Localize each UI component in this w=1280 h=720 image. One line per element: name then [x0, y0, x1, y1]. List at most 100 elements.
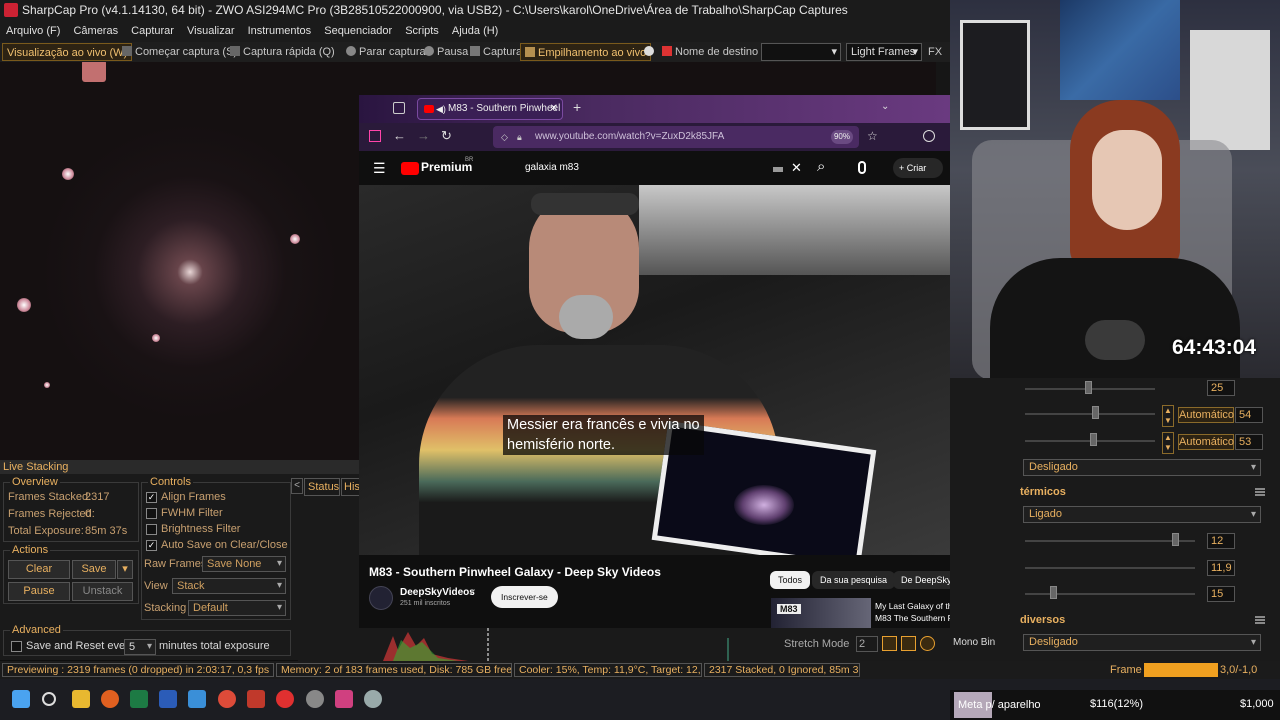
- new-tab-icon[interactable]: +: [573, 99, 581, 115]
- slider-knob[interactable]: [1085, 381, 1092, 394]
- stepper-arrows[interactable]: ▲ ▼: [1162, 405, 1174, 427]
- menu-sequencer[interactable]: Sequenciador: [324, 25, 392, 37]
- back-icon[interactable]: ←: [393, 128, 406, 143]
- slider-knob[interactable]: [1172, 533, 1179, 546]
- live-view-button[interactable]: Visualização ao vivo (W): [2, 43, 133, 61]
- subscribe-button[interactable]: Inscrever-se: [491, 586, 558, 608]
- menu-cameras[interactable]: Câmeras: [73, 25, 118, 37]
- close-tab-icon[interactable]: ✕: [550, 99, 558, 119]
- select-1[interactable]: Desligado: [1023, 459, 1261, 476]
- pause-stack-button[interactable]: Pause: [8, 582, 70, 601]
- file-explorer-icon[interactable]: [72, 690, 90, 708]
- url-bar[interactable]: ◇ 🔒︎ www.youtube.com/watch?v=ZuxD2k85JFA…: [493, 126, 859, 148]
- fx-button[interactable]: FX: [924, 43, 946, 61]
- clear-search-icon[interactable]: ✕: [791, 154, 802, 182]
- zoom-level[interactable]: 90%: [830, 130, 853, 144]
- word-icon[interactable]: [159, 690, 177, 708]
- sidebar-icon[interactable]: [369, 130, 381, 142]
- menu-help[interactable]: Ajuda (H): [452, 25, 498, 37]
- menu-icon[interactable]: [1255, 488, 1265, 496]
- menu-view[interactable]: Visualizar: [187, 25, 235, 37]
- slider-track[interactable]: [1025, 567, 1195, 569]
- youtube-logo-icon[interactable]: [401, 162, 419, 175]
- tab-youtube[interactable]: ◀) M83 - Southern Pinwheel G ✕: [417, 98, 563, 120]
- create-button[interactable]: + Criar: [893, 158, 943, 178]
- stepper-arrows[interactable]: ▲ ▼: [1162, 432, 1174, 454]
- channel-name[interactable]: DeepSkyVideos: [400, 587, 475, 598]
- stop-capture-button[interactable]: Parar captura: [342, 43, 430, 61]
- auto-button-1[interactable]: Automático: [1178, 407, 1234, 423]
- value-field-1[interactable]: 25: [1207, 380, 1235, 396]
- select-3[interactable]: Desligado: [1023, 634, 1261, 651]
- view-select[interactable]: Stack: [172, 578, 286, 594]
- save-button[interactable]: Save: [72, 560, 116, 579]
- slider-track[interactable]: [1025, 540, 1195, 542]
- fwhm-filter-checkbox[interactable]: [146, 508, 157, 519]
- tab-list-chevron-icon[interactable]: ⌄: [881, 101, 889, 112]
- chip-all[interactable]: Todos: [770, 571, 811, 589]
- menu-tools[interactable]: Instrumentos: [248, 25, 312, 37]
- app-icon[interactable]: [247, 690, 265, 708]
- misc-section-header[interactable]: diversos: [1020, 612, 1275, 629]
- value-field-6[interactable]: 15: [1207, 586, 1235, 602]
- target-name-select[interactable]: ▾: [761, 43, 841, 61]
- tab-overview-icon[interactable]: [393, 102, 405, 114]
- star-icon[interactable]: ☆: [867, 129, 878, 143]
- excel-icon[interactable]: [130, 690, 148, 708]
- minutes-stepper[interactable]: 5: [124, 639, 156, 655]
- auto-save-checkbox[interactable]: ✓: [146, 540, 157, 551]
- stretch-mode-value[interactable]: 2: [856, 636, 878, 652]
- stacking-select[interactable]: Default: [188, 600, 286, 616]
- clear-button[interactable]: Clear: [8, 560, 70, 579]
- account-icon[interactable]: [923, 130, 935, 142]
- quick-capture-button[interactable]: Captura rápida (Q): [226, 43, 339, 61]
- chip-from-search[interactable]: Da sua pesquisa: [812, 571, 896, 589]
- reload-icon[interactable]: ↻: [441, 128, 452, 144]
- search-icon[interactable]: [42, 692, 56, 706]
- thermal-section-header[interactable]: térmicos: [1020, 484, 1275, 501]
- menu-scripts[interactable]: Scripts: [405, 25, 439, 37]
- profile-select[interactable]: Light Frames ▾: [846, 43, 922, 61]
- slider-knob[interactable]: [1092, 406, 1099, 419]
- pause-button[interactable]: Pausa: [420, 43, 472, 61]
- start-capture-button[interactable]: Começar captura (S): [118, 43, 241, 61]
- media-player-icon[interactable]: [276, 690, 294, 708]
- sparkle-icon[interactable]: [901, 636, 916, 651]
- recommended-thumbnail[interactable]: M83: [771, 598, 871, 628]
- menu-capture[interactable]: Capturar: [131, 25, 174, 37]
- url-text[interactable]: www.youtube.com/watch?v=ZuxD2k85JFA: [535, 131, 724, 142]
- hamburger-menu-icon[interactable]: ☰: [373, 160, 386, 177]
- value-field-3[interactable]: 53: [1235, 434, 1263, 450]
- value-field-4[interactable]: 12: [1207, 533, 1235, 549]
- slider-track[interactable]: [1025, 413, 1155, 415]
- target-name-button[interactable]: Nome de destino: [658, 43, 762, 61]
- settings-icon[interactable]: [364, 690, 382, 708]
- speaker-icon[interactable]: ◀): [436, 99, 446, 119]
- shield-icon[interactable]: ◇: [501, 126, 508, 148]
- align-frames-checkbox[interactable]: ✓: [146, 492, 157, 503]
- reset-icon[interactable]: [920, 636, 935, 651]
- histogram-graph[interactable]: [298, 628, 950, 661]
- recommended-title-1[interactable]: My Last Galaxy of the Season:: [875, 601, 950, 611]
- select-2[interactable]: Ligado: [1023, 506, 1261, 523]
- lightning-icon[interactable]: [882, 636, 897, 651]
- firefox-icon[interactable]: [101, 690, 119, 708]
- recommended-title-2[interactable]: M83 The Southern Pinwheel ...: [875, 613, 950, 623]
- menu-icon[interactable]: [1255, 616, 1265, 624]
- raw-frames-select[interactable]: Save None: [202, 556, 286, 572]
- live-stack-button[interactable]: Empilhamento ao vivo: [520, 43, 652, 61]
- unstack-button[interactable]: Unstack: [72, 582, 133, 601]
- value-field-2[interactable]: 54: [1235, 407, 1263, 423]
- value-field-5[interactable]: 11,9: [1207, 560, 1235, 576]
- app-icon[interactable]: [335, 690, 353, 708]
- keyboard-icon[interactable]: [773, 167, 783, 172]
- overlay-icon[interactable]: [82, 62, 106, 82]
- channel-avatar[interactable]: [369, 586, 393, 610]
- save-menu-button[interactable]: ▾: [117, 560, 133, 579]
- obs-icon[interactable]: [306, 690, 324, 708]
- tab-status[interactable]: Status: [304, 478, 340, 496]
- video-player[interactable]: [359, 185, 950, 555]
- app-icon[interactable]: [188, 690, 206, 708]
- save-reset-checkbox[interactable]: [11, 641, 22, 652]
- slider-knob[interactable]: [1050, 586, 1057, 599]
